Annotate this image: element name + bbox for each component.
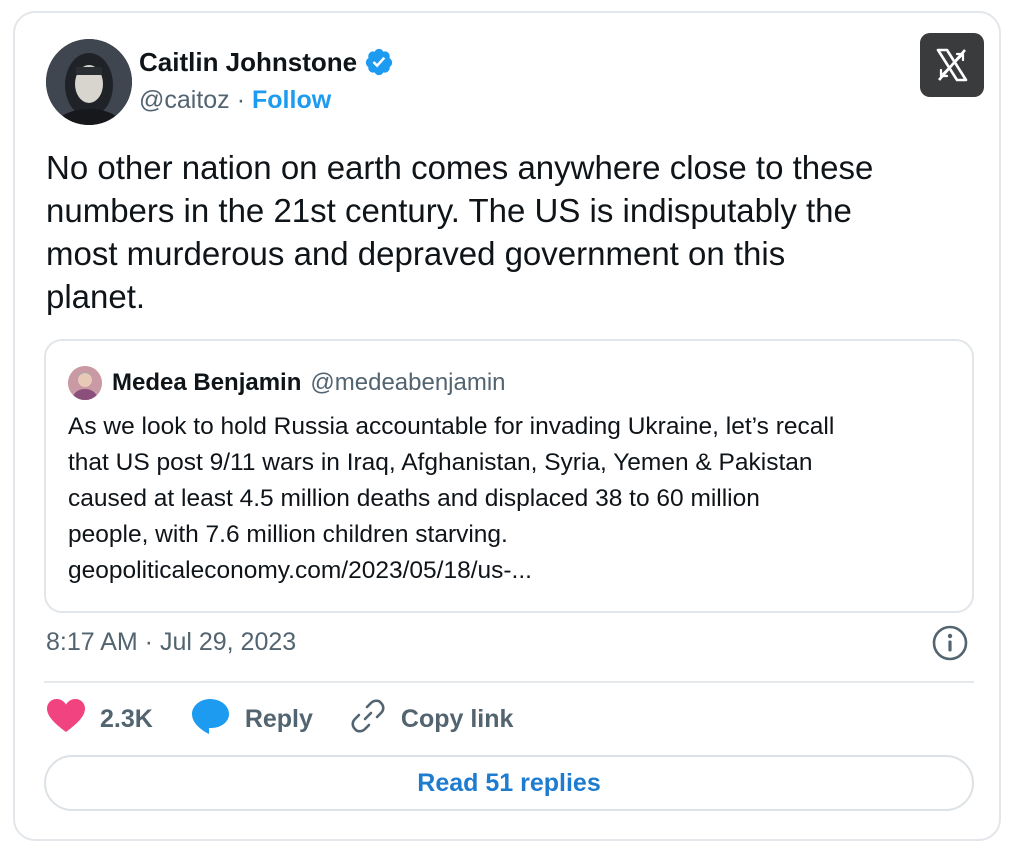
author-handle-row: @caitoz · Follow	[139, 85, 331, 115]
link-icon	[349, 697, 387, 742]
tweet-text-line: most murderous and depraved government o…	[46, 235, 786, 272]
quoted-text-line: caused at least 4.5 million deaths and d…	[68, 485, 760, 512]
copy-link-button[interactable]: Copy link	[349, 697, 514, 742]
author-handle[interactable]: @caitoz	[139, 85, 230, 115]
copy-link-label: Copy link	[400, 704, 514, 733]
x-logo-button[interactable]	[920, 33, 984, 97]
author-avatar-image	[46, 39, 132, 125]
tweet-text-line: planet.	[46, 278, 146, 315]
reply-label: Reply	[244, 704, 313, 733]
quoted-author-avatar[interactable]	[68, 366, 102, 400]
tweet-text: No other nation on earth comes anywhere …	[46, 146, 976, 318]
handle-separator: ·	[236, 86, 246, 114]
x-logo-icon	[936, 48, 968, 82]
quoted-tweet-text: As we look to hold Russia accountable fo…	[68, 409, 948, 589]
read-replies-button[interactable]: Read 51 replies	[44, 755, 974, 811]
tweet-actions: 2.3K Reply Copy link	[46, 697, 549, 741]
author-avatar[interactable]	[46, 39, 132, 125]
tweet-card: Caitlin Johnstone @caitoz · Follow No ot…	[13, 11, 1001, 841]
quoted-avatar-image	[68, 366, 102, 400]
quoted-text-line: that US post 9/11 wars in Iraq, Afghanis…	[68, 449, 813, 476]
tweet-timestamp[interactable]: 8:17 AM · Jul 29, 2023	[46, 627, 296, 657]
quoted-text-line: people, with 7.6 million children starvi…	[68, 521, 508, 548]
heart-icon	[46, 698, 86, 741]
like-button[interactable]: 2.3K	[46, 698, 153, 741]
reply-button[interactable]: Reply	[189, 697, 313, 742]
author-name[interactable]: Caitlin Johnstone	[139, 47, 357, 77]
tweet-text-line: numbers in the 21st century. The US is i…	[46, 192, 852, 229]
quoted-text-line: As we look to hold Russia accountable fo…	[68, 413, 835, 440]
like-count: 2.3K	[100, 704, 153, 733]
follow-button[interactable]: Follow	[252, 85, 331, 115]
quoted-link[interactable]: geopoliticaleconomy.com/2023/05/18/us-..…	[68, 553, 948, 589]
tweet-text-line: No other nation on earth comes anywhere …	[46, 149, 874, 186]
author-name-row: Caitlin Johnstone	[139, 47, 394, 77]
quoted-author-row: Medea Benjamin @medeabenjamin	[112, 368, 506, 398]
quoted-author-name[interactable]: Medea Benjamin	[112, 368, 301, 398]
quoted-tweet[interactable]: Medea Benjamin @medeabenjamin As we look…	[44, 339, 974, 613]
reply-bubble-icon	[189, 697, 231, 742]
verified-badge-icon	[364, 47, 394, 77]
info-icon[interactable]	[931, 624, 969, 662]
divider	[44, 681, 974, 683]
quoted-author-handle[interactable]: @medeabenjamin	[310, 368, 505, 398]
